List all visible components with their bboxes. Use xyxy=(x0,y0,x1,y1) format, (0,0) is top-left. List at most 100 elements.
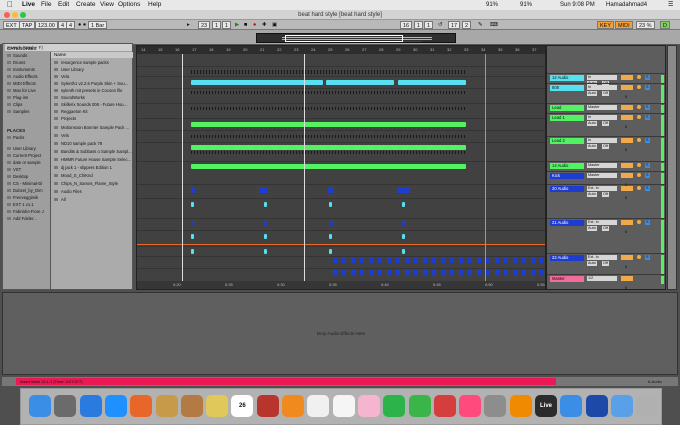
ext-sync-button[interactable]: EXT xyxy=(3,21,20,29)
system-prefs-icon[interactable] xyxy=(484,395,507,417)
input-routing-select[interactable]: Ext. In xyxy=(587,255,617,260)
photos-icon[interactable] xyxy=(357,395,380,417)
volume-field[interactable]: 0 xyxy=(621,220,633,234)
track-name[interactable]: Lead 1 xyxy=(550,115,584,121)
monitor-off-button[interactable]: Off xyxy=(602,226,609,231)
list-item[interactable]: Chips_N_Samos_Flame_Style xyxy=(54,181,132,186)
place-ext[interactable]: EXT 1 v1.1 xyxy=(7,202,34,207)
playhead[interactable] xyxy=(304,54,305,283)
place-fabriaho[interactable]: Fabriaho-Fiore J xyxy=(7,209,44,214)
list-column-name[interactable]: Name xyxy=(51,52,133,58)
category-max-for-live[interactable]: Max for Live xyxy=(7,88,36,93)
list-item[interactable]: Skillerix Sounds 008 - Future Hou... xyxy=(54,102,132,107)
monitor-auto-button[interactable]: Auto xyxy=(587,261,597,266)
list-item[interactable]: Vels xyxy=(54,133,132,138)
list-item[interactable]: sylenth mit presets in Cocoon file xyxy=(54,88,132,93)
loop-start-field[interactable]: 16 xyxy=(400,21,413,29)
arrangement-view[interactable]: 14 15 16 17 18 19 20 21 22 23 24 25 26 27 28 29 30 31 32 33… xyxy=(136,45,546,290)
quicktime-icon[interactable] xyxy=(585,395,608,417)
place-vst[interactable]: VST xyxy=(7,167,21,172)
monitor-auto-button[interactable]: Auto xyxy=(587,91,597,96)
add-folder-button[interactable]: Add Folder... xyxy=(7,216,37,221)
list-item[interactable]: All xyxy=(54,197,132,202)
list-item[interactable]: HMMR Future House Sample Selec... xyxy=(54,157,132,162)
solo-button[interactable]: S xyxy=(645,105,650,110)
input-routing-select[interactable]: In xyxy=(587,115,617,120)
place-current-project[interactable]: Current Project xyxy=(7,153,41,158)
place-freeveggimik[interactable]: Freeveggimik xyxy=(7,195,38,200)
list-item[interactable]: User Library xyxy=(54,67,132,72)
loop-start-marker[interactable] xyxy=(182,54,183,283)
overdub-icon[interactable]: ✚ xyxy=(262,21,267,29)
pan-knob[interactable] xyxy=(637,173,641,177)
tempo-field[interactable]: 123.00 xyxy=(35,21,58,29)
battery-percent-2[interactable]: 91% xyxy=(520,0,532,10)
track-name[interactable]: 14 Audio xyxy=(550,163,584,169)
pan-knob[interactable] xyxy=(637,75,641,79)
beat-time-ruler[interactable]: 14 15 16 17 18 19 20 21 22 23 24 25 26 27 28 29 30 31 32 33… xyxy=(137,46,545,54)
arrangement-overview[interactable] xyxy=(256,33,456,43)
reminders-icon[interactable] xyxy=(332,395,355,417)
computer-midi-keyboard-icon[interactable]: ⌨ xyxy=(490,21,498,29)
time-signature-denominator[interactable]: 4 xyxy=(66,21,76,29)
place-packs[interactable]: Packs xyxy=(7,135,24,140)
mixer-track-808[interactable]: 808 In Auto Off 0 S xyxy=(547,83,665,103)
mixer-track-lead-2[interactable]: Lead 2 In Auto Off 0 S xyxy=(547,136,665,161)
volume-field[interactable]: 0 xyxy=(621,255,633,269)
loop-start-beat[interactable]: 1 xyxy=(414,21,424,29)
draw-mode-icon[interactable]: ✎ xyxy=(478,21,483,29)
menu-list-icon[interactable]: ☰ xyxy=(668,0,673,10)
input-routing-select[interactable]: In xyxy=(587,138,617,143)
input-routing-select[interactable]: Ext. In xyxy=(587,186,617,191)
monitor-off-button[interactable]: Off xyxy=(602,144,609,149)
device-view[interactable]: Drop Audio Effects Here xyxy=(2,292,678,375)
pan-knob[interactable] xyxy=(637,220,641,224)
ibooks-icon[interactable] xyxy=(282,395,304,417)
mixer-track-21-audio[interactable]: 21 Audio Ext. In Auto Off 0 S xyxy=(547,218,665,253)
pan-knob[interactable] xyxy=(637,186,641,190)
loop-start-sixteenth[interactable]: 1 xyxy=(424,21,434,29)
track-name[interactable]: 21 Audio xyxy=(550,220,584,226)
list-item[interactable]: resurgence sample packs xyxy=(54,60,132,65)
contacts-icon[interactable] xyxy=(180,395,203,417)
calendar-icon[interactable]: 26 xyxy=(231,395,254,417)
menu-view[interactable]: View xyxy=(100,0,114,10)
follow-icon[interactable]: ▸ xyxy=(187,21,190,29)
song-position-bar[interactable]: 23 xyxy=(198,21,211,29)
track-name[interactable]: 808 xyxy=(550,85,584,91)
volume-field[interactable]: 0 xyxy=(621,163,633,177)
menu-file[interactable]: File xyxy=(41,0,51,10)
input-routing-select[interactable]: 1/2 xyxy=(587,276,617,281)
mixer-track-lead[interactable]: LeadMaster 0 S xyxy=(547,103,665,119)
solo-button[interactable]: S xyxy=(645,173,650,178)
volume-field[interactable]: 0 xyxy=(621,115,633,129)
stop-icon[interactable]: ■ xyxy=(244,21,247,29)
track-name[interactable]: 20 Audio xyxy=(550,186,584,192)
solo-button[interactable]: S xyxy=(645,163,650,168)
notes-icon[interactable] xyxy=(206,395,229,417)
track-name[interactable]: 22 Audio xyxy=(550,255,584,261)
input-routing-select[interactable]: Master xyxy=(587,163,617,168)
list-item[interactable]: Vela xyxy=(54,74,132,79)
play-icon[interactable]: ▶ xyxy=(235,21,239,29)
monitor-auto-button[interactable]: Auto xyxy=(587,121,597,126)
solo-button[interactable]: S xyxy=(645,255,650,260)
facetime-icon[interactable] xyxy=(383,395,406,417)
monitor-off-button[interactable]: Off xyxy=(602,91,609,96)
mixer-track-20-audio[interactable]: 20 Audio Ext. In Auto Off 0 S xyxy=(547,184,665,218)
volume-field[interactable]: 0 xyxy=(621,105,633,119)
dictionary-icon[interactable] xyxy=(256,395,279,417)
textedit-icon[interactable] xyxy=(307,395,330,417)
solo-button[interactable]: S xyxy=(645,186,650,191)
loop-switch-icon[interactable]: ↺ xyxy=(438,21,443,29)
track-name[interactable]: Lead xyxy=(550,105,584,111)
place-desktop[interactable]: Desktop xyxy=(7,174,28,179)
preview-icon[interactable] xyxy=(155,395,178,417)
list-item[interactable]: SoundWorks xyxy=(54,95,132,100)
mixer-track-12-audio[interactable]: 12 AudioInAutoOff0S xyxy=(547,73,665,89)
itunes-icon[interactable] xyxy=(459,395,482,417)
messages-icon[interactable] xyxy=(408,395,431,417)
solo-button[interactable]: S xyxy=(645,138,650,143)
vertical-scrollbar[interactable] xyxy=(667,45,677,290)
list-item[interactable]: Mood_S_ChiKnd xyxy=(54,173,132,178)
